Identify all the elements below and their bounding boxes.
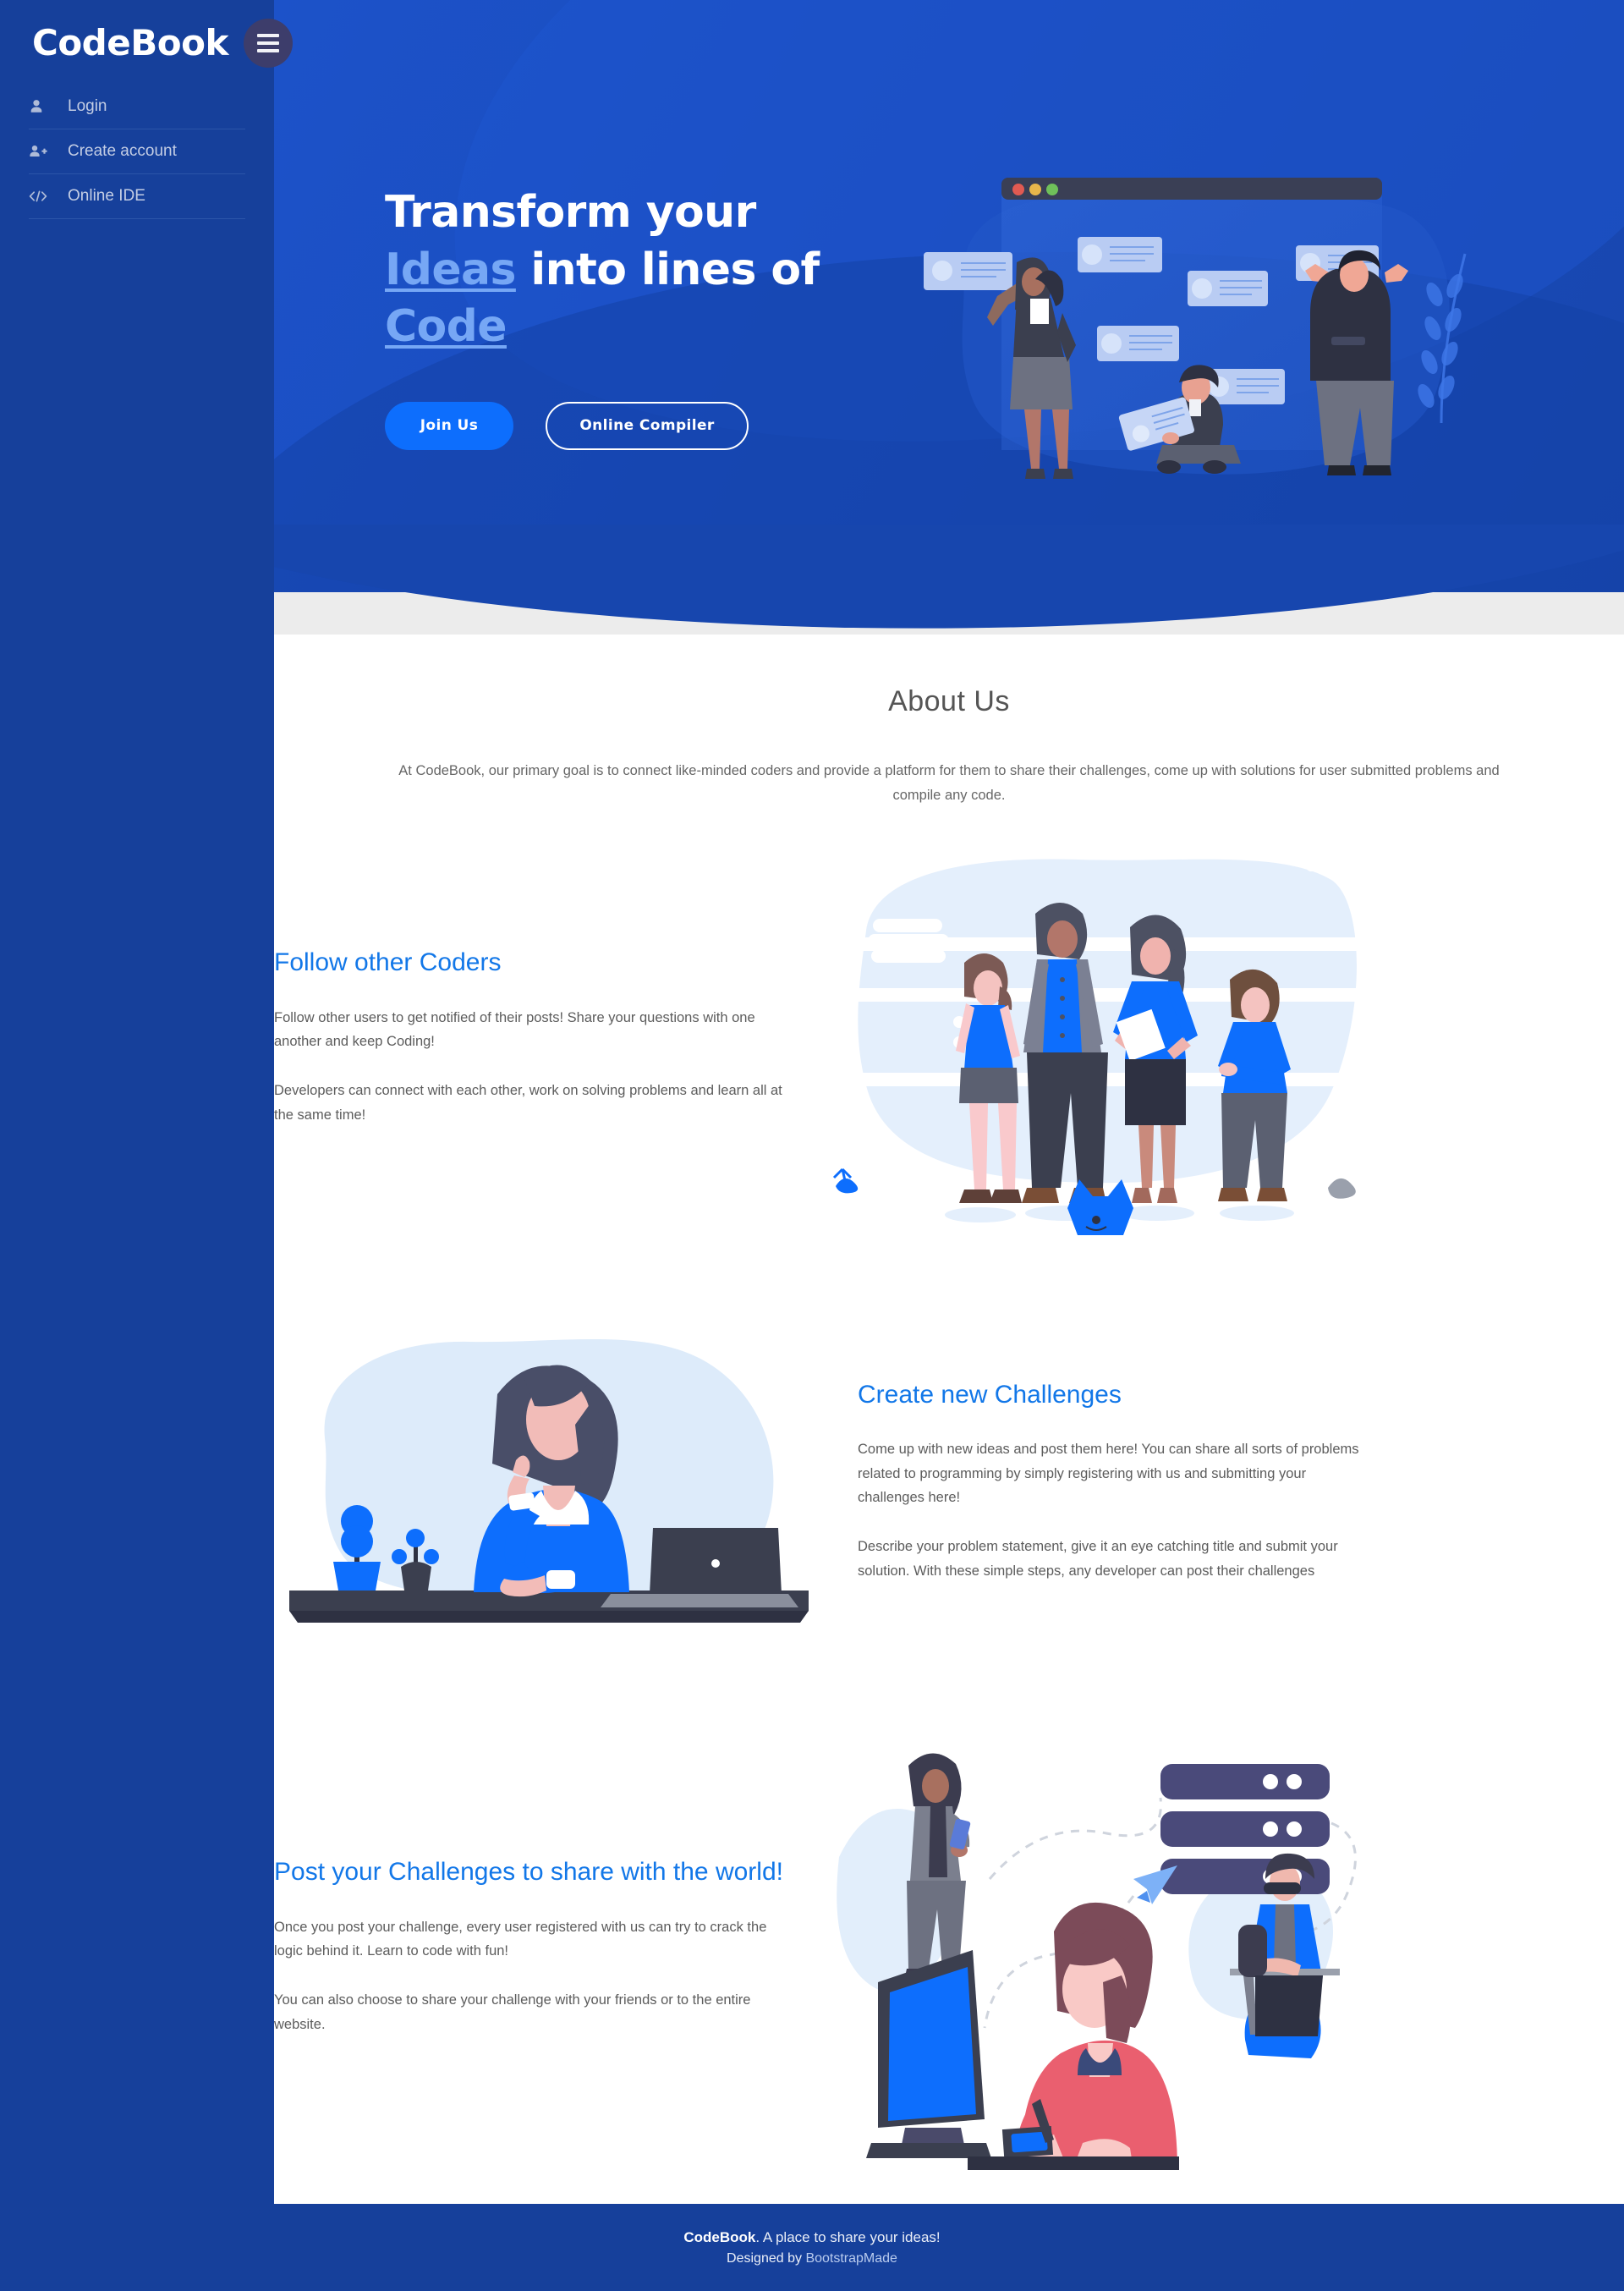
hero-heading-accent-ideas[interactable]: Ideas [385,244,516,295]
user-icon [29,99,68,114]
feature-row-post-your-challenges: Post your Challenges to share with the w… [274,1734,1399,2170]
feature-paragraph: Describe your problem statement, give it… [858,1539,1338,1579]
feature-copy: Create new Challenges Come up with new i… [824,1378,1374,1583]
feature-copy: Follow other Coders Follow other users t… [274,946,824,1127]
feature-paragraph: Follow other users to get notified of th… [274,1009,755,1049]
hamburger-bar [257,49,279,52]
hamburger-bar [257,41,279,45]
hero-illustration [917,144,1509,499]
about-title: About Us [888,685,1010,717]
online-compiler-button[interactable]: Online Compiler [546,401,749,450]
feature-title: Follow other Coders [274,948,502,976]
about-section: About Us At CodeBook, our primary goal i… [274,635,1624,808]
feature-row-follow-other-coders: Follow other Coders Follow other users t… [274,825,1399,1248]
feature-title: Post your Challenges to share with the w… [274,1858,783,1886]
hero-heading-mid: into lines of [515,244,820,295]
sidebar-item-label: Create account [68,142,177,160]
sidebar-item-label: Login [68,97,107,115]
hero-section: Transform your Ideas into lines of Code … [274,0,1624,592]
hamburger-bar [257,34,279,37]
sidebar-nav: Login Create account Online IDE [29,85,245,219]
sidebar: CodeBook Login Create account Online IDE [0,0,274,2291]
feature-paragraph: Come up with new ideas and post them her… [858,1442,1359,1506]
feature-illustration-sharing-files [824,1722,1374,2170]
about-text: At CodeBook, our primary goal is to conn… [398,763,1500,803]
hero-wave-divider [274,525,1624,629]
feature-paragraph: Developers can connect with each other, … [274,1083,782,1123]
feature-paragraph: Once you post your challenge, every user… [274,1919,767,1959]
main-content: About Us At CodeBook, our primary goal i… [274,635,1624,2204]
user-plus-icon [29,144,68,159]
feature-illustration-woman-at-desk [274,1320,824,1641]
sidebar-item-label: Online IDE [68,187,145,205]
hero-copy: Transform your Ideas into lines of Code … [385,184,926,450]
footer-brand: CodeBook [683,2228,756,2245]
sidebar-item-create-account[interactable]: Create account [29,129,245,174]
code-brackets-icon [29,190,68,203]
footer-credit-prefix: Designed by [727,2250,806,2266]
footer-credit: Designed by BootstrapMade [727,2251,897,2266]
hero-buttons: Join Us Online Compiler [385,401,926,450]
sidebar-item-online-ide[interactable]: Online IDE [29,174,245,219]
join-us-button[interactable]: Join Us [385,401,513,450]
sidebar-item-login[interactable]: Login [29,85,245,129]
hero-heading-line1: Transform your [385,187,756,238]
feature-copy: Post your Challenges to share with the w… [274,1855,824,2036]
feature-row-create-new-challenges: Create new Challenges Come up with new i… [274,1303,1399,1658]
brand-row: CodeBook [29,0,245,85]
feature-illustration-group-of-people [824,838,1374,1235]
hero-heading: Transform your Ideas into lines of Code [385,184,926,356]
feature-paragraph: You can also choose to share your challe… [274,1992,751,2032]
hamburger-icon[interactable] [244,19,293,68]
hero-heading-accent-code[interactable]: Code [385,301,508,352]
brand-logo[interactable]: CodeBook [32,22,228,63]
footer: CodeBook. A place to share your ideas! D… [0,2204,1624,2291]
bootstrapmade-link[interactable]: BootstrapMade [805,2251,897,2266]
footer-tagline: CodeBook. A place to share your ideas! [683,2229,940,2246]
feature-title: Create new Challenges [858,1380,1122,1409]
footer-tagline-text: . A place to share your ideas! [755,2228,941,2245]
